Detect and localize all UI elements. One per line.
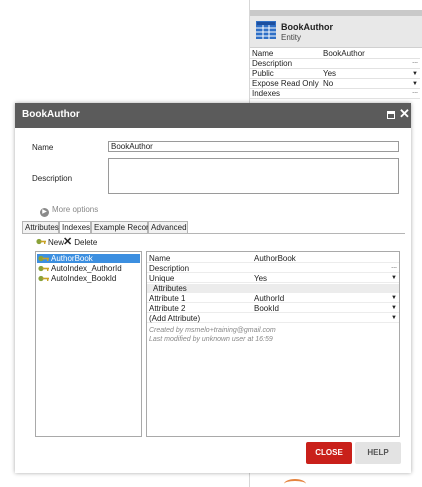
name-field[interactable]: BookAuthor [108,141,399,152]
dropdown-arrow-icon[interactable]: ▼ [391,294,397,303]
tab-divider [22,233,405,234]
detail-row-name[interactable]: Name AuthorBook [147,254,399,263]
close-button[interactable]: CLOSE [306,442,352,464]
description-label: Description [32,174,73,183]
property-row-description[interactable]: Description ... [250,57,420,69]
tab-advanced[interactable]: Advanced [148,221,188,233]
tab-attributes[interactable]: Attributes [22,221,59,233]
list-item[interactable]: AutoIndex_BookId [37,274,140,283]
delete-index-button[interactable]: ✕ Delete [63,237,97,248]
property-row-name[interactable]: Name BookAuthor [250,49,420,59]
detail-key: Name [149,254,171,263]
key-icon [38,255,49,262]
new-key-icon [36,238,46,245]
delete-x-icon: ✕ [63,236,73,248]
property-key: Name [252,49,274,58]
dialog-title: BookAuthor [22,109,80,120]
chevron-right-icon: ▶ [40,208,49,217]
property-key: Indexes [252,89,281,98]
more-options-toggle[interactable]: ▶ More options [40,205,98,217]
loading-arc [284,479,306,487]
index-name: AuthorBook [51,254,93,263]
dropdown-arrow-icon[interactable]: ▼ [412,69,418,79]
created-by-text: Created by msmelo+training@gmail.com [149,327,276,334]
property-key: Public [252,69,274,78]
property-row-indexes[interactable]: Indexes ... [250,87,420,99]
help-button[interactable]: HELP [355,442,401,464]
detail-value[interactable]: BookId [254,304,279,313]
detail-key: Attribute 1 [149,294,186,303]
entity-type-label: Entity [281,33,302,42]
detail-key: Attribute 2 [149,304,186,313]
key-icon [38,275,49,282]
key-icon [38,265,49,272]
property-key: Description [252,59,293,68]
entity-dialog: BookAuthor ✕ Name BookAuthor Description… [15,103,411,473]
modified-by-text: Last modified by unknown user at 16:59 [149,336,273,343]
detail-key: (Add Attribute) [149,314,201,323]
index-name: AutoIndex_AuthorId [51,264,122,273]
dialog-titlebar[interactable]: BookAuthor ✕ [15,103,411,128]
index-properties: Name AuthorBook Description ... Unique Y… [146,251,400,437]
delete-label: Delete [74,238,98,247]
new-index-button[interactable]: New [36,237,64,248]
more-options-label: More options [52,205,99,214]
detail-group-attributes: Attributes [147,284,399,293]
property-value[interactable]: BookAuthor [323,49,365,59]
dropdown-arrow-icon[interactable]: ▼ [391,304,397,313]
maximize-icon[interactable] [387,111,395,119]
entity-table-icon [256,21,276,39]
list-item[interactable]: AutoIndex_AuthorId [37,264,140,273]
property-value[interactable]: No [323,79,333,89]
ellipsis-button[interactable]: ... [412,57,418,67]
dropdown-arrow-icon[interactable]: ▼ [391,274,397,283]
dropdown-arrow-icon[interactable]: ▼ [391,314,397,323]
entity-title: BookAuthor [281,22,333,32]
new-label: New [48,238,65,247]
close-icon[interactable]: ✕ [399,107,410,121]
list-item[interactable]: AuthorBook [37,254,140,263]
detail-row-add-attribute[interactable]: (Add Attribute) ▼ [147,314,399,323]
property-list: Name BookAuthor Description ... Public Y… [250,49,420,99]
property-value[interactable]: Yes [323,69,336,79]
detail-row-attribute-1[interactable]: Attribute 1 AuthorId ▼ [147,294,399,303]
description-field[interactable] [108,158,399,194]
detail-key: Unique [149,274,175,283]
ellipsis-button[interactable]: ... [391,262,397,271]
index-list: AuthorBook AutoIndex_AuthorId AutoIndex_… [35,251,142,437]
index-name: AutoIndex_BookId [51,274,117,283]
detail-row-unique[interactable]: Unique Yes ▼ [147,274,399,283]
group-label: Attributes [153,284,187,293]
property-key: Expose Read Only [252,79,319,88]
detail-row-attribute-2[interactable]: Attribute 2 BookId ▼ [147,304,399,313]
detail-value[interactable]: Yes [254,274,267,283]
detail-row-description[interactable]: Description ... [147,262,399,273]
property-row-public[interactable]: Public Yes ▼ [250,69,420,79]
detail-value[interactable]: AuthorBook [254,254,296,263]
detail-value[interactable]: AuthorId [254,294,284,303]
tab-example-record[interactable]: Example Record [91,221,153,233]
property-panel-header: BookAuthor Entity [250,16,422,48]
ellipsis-button[interactable]: ... [412,87,418,97]
detail-key: Description [149,264,190,273]
name-label: Name [32,143,54,152]
property-row-expose-read-only[interactable]: Expose Read Only No ▼ [250,79,420,89]
